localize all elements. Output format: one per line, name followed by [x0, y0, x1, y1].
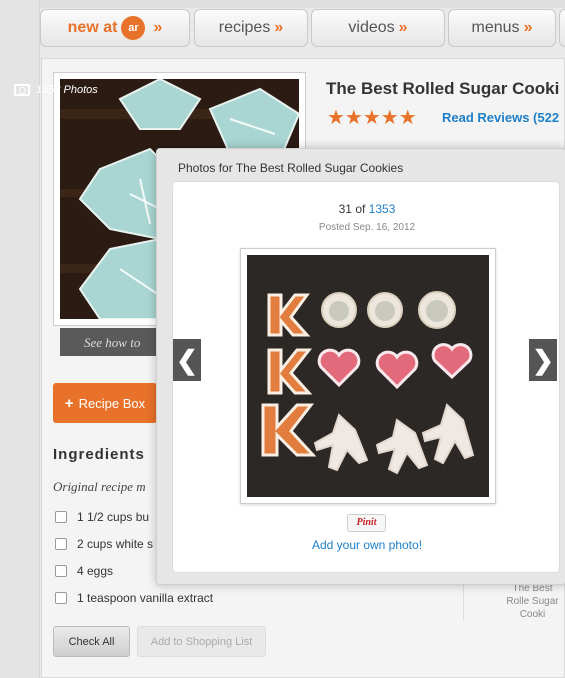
photo-current-number: 31: [338, 202, 352, 216]
gallery-photo: [240, 248, 496, 504]
tab-arrow-icon: »: [153, 19, 163, 36]
tab-arrow-icon: »: [274, 19, 284, 36]
tab-arrow-icon: »: [398, 19, 408, 36]
ingredient-checkbox[interactable]: [55, 592, 67, 604]
tab-recipes[interactable]: recipes »: [194, 9, 308, 47]
ingredient-text: 2 cups white s: [77, 537, 154, 551]
ingredient-text: 4 eggs: [77, 564, 114, 578]
plus-icon: +: [64, 394, 74, 412]
see-how-caption[interactable]: See how to: [60, 328, 156, 356]
ingredient-text: 1 teaspoon vanilla extract: [77, 591, 214, 605]
recipe-box-label: Recipe Box: [78, 395, 146, 411]
ingredient-item[interactable]: 1 1/2 cups bu: [55, 510, 149, 524]
recipe-title: The Best Rolled Sugar Cooki: [326, 79, 560, 98]
tab-new-at[interactable]: new at ar »: [40, 9, 190, 47]
tab-menus[interactable]: menus »: [448, 9, 556, 47]
tab-more[interactable]: [559, 9, 565, 47]
tab-menus-label: menus: [471, 19, 520, 36]
photo-total-link[interactable]: 1353: [369, 202, 396, 216]
left-gutter: [0, 0, 40, 678]
top-strip: [40, 0, 565, 8]
related-recipe-link[interactable]: The Best Rolle Sugar Cooki: [500, 582, 565, 621]
tab-videos[interactable]: videos »: [311, 9, 445, 47]
ingredient-checkbox[interactable]: [55, 538, 67, 550]
tab-arrow-icon: »: [523, 19, 533, 36]
ingredient-item[interactable]: 1 teaspoon vanilla extract: [55, 591, 213, 605]
allrecipes-logo-icon: ar: [121, 16, 146, 40]
photo-of-label: of: [355, 202, 366, 216]
tab-new-at-label: new at: [67, 19, 118, 36]
photo-counter: 31 of 1353: [173, 202, 561, 216]
tab-videos-label: videos: [348, 19, 395, 36]
prev-photo-arrow-icon[interactable]: ❮: [173, 339, 201, 381]
ingredient-item[interactable]: 4 eggs: [55, 564, 113, 578]
check-all-button[interactable]: Check All: [53, 626, 130, 657]
posted-date: Posted Sep. 16, 2012: [318, 222, 416, 233]
pin-it-button[interactable]: Pinit: [347, 514, 386, 532]
ingredient-checkbox[interactable]: [55, 565, 67, 577]
photo-gallery-modal: Photos for The Best Rolled Sugar Cookies…: [156, 148, 565, 585]
modal-title: Photos for The Best Rolled Sugar Cookies: [178, 161, 404, 175]
modal-inner-panel: 31 of 1353 Posted Sep. 16, 2012 Pinit Ad…: [172, 181, 560, 573]
photo-count-badge[interactable]: 1353 Photos: [14, 84, 98, 96]
tab-recipes-label: recipes: [218, 19, 271, 36]
rating-stars-icon: ★★★★★: [327, 107, 417, 129]
next-photo-arrow-icon[interactable]: ❯: [529, 339, 557, 381]
photo-count-label: 1353 Photos: [36, 84, 98, 96]
add-to-shopping-list-button[interactable]: Add to Shopping List: [137, 626, 266, 657]
add-own-photo-link[interactable]: Add your own photo!: [173, 538, 561, 552]
ingredients-heading: Ingredients: [53, 446, 145, 463]
gallery-photo-image: [247, 255, 489, 497]
ingredient-text: 1 1/2 cups bu: [77, 510, 150, 524]
recipe-box-button[interactable]: + Recipe Box: [53, 383, 157, 423]
original-recipe-note: Original recipe m: [53, 479, 146, 494]
read-reviews-link[interactable]: Read Reviews (522: [442, 110, 559, 125]
ingredient-checkbox[interactable]: [55, 511, 67, 523]
ingredient-item[interactable]: 2 cups white s: [55, 537, 153, 551]
camera-icon: [14, 84, 30, 96]
